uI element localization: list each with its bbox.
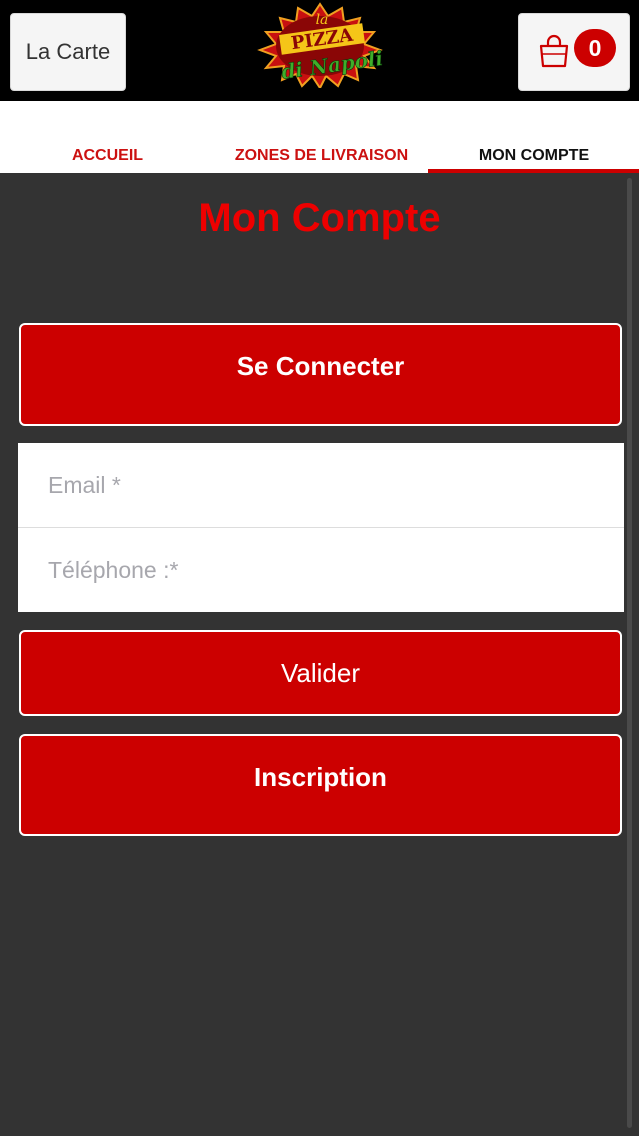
login-form [18, 443, 624, 612]
svg-text:la: la [316, 12, 329, 28]
scrollbar[interactable] [627, 178, 632, 1128]
la-carte-button[interactable]: La Carte [10, 13, 126, 91]
email-field[interactable] [18, 443, 624, 527]
phone-field[interactable] [18, 528, 624, 612]
cart-count-badge: 0 [574, 29, 616, 67]
se-connecter-button[interactable]: Se Connecter [19, 323, 622, 426]
inscription-button[interactable]: Inscription [19, 734, 622, 836]
pizza-di-napoli-logo[interactable]: la PIZZA di Napoli [240, 2, 400, 88]
page-title: Mon Compte [198, 196, 441, 240]
valider-button[interactable]: Valider [19, 630, 622, 716]
account-panel: Mon Compte Se Connecter Valider Inscript… [0, 173, 639, 1136]
tab-zones-de-livraison[interactable]: ZONES DE LIVRAISON [214, 145, 429, 167]
cart-button[interactable]: 0 [518, 13, 630, 91]
app-header: La Carte la PIZZA di Napoli 0 [0, 0, 639, 101]
shopping-bag-icon [539, 34, 569, 68]
tab-mon-compte[interactable]: MON COMPTE [438, 145, 630, 167]
tab-bar: ACCUEIL ZONES DE LIVRAISON MON COMPTE [0, 101, 639, 173]
tab-accueil[interactable]: ACCUEIL [40, 145, 175, 167]
